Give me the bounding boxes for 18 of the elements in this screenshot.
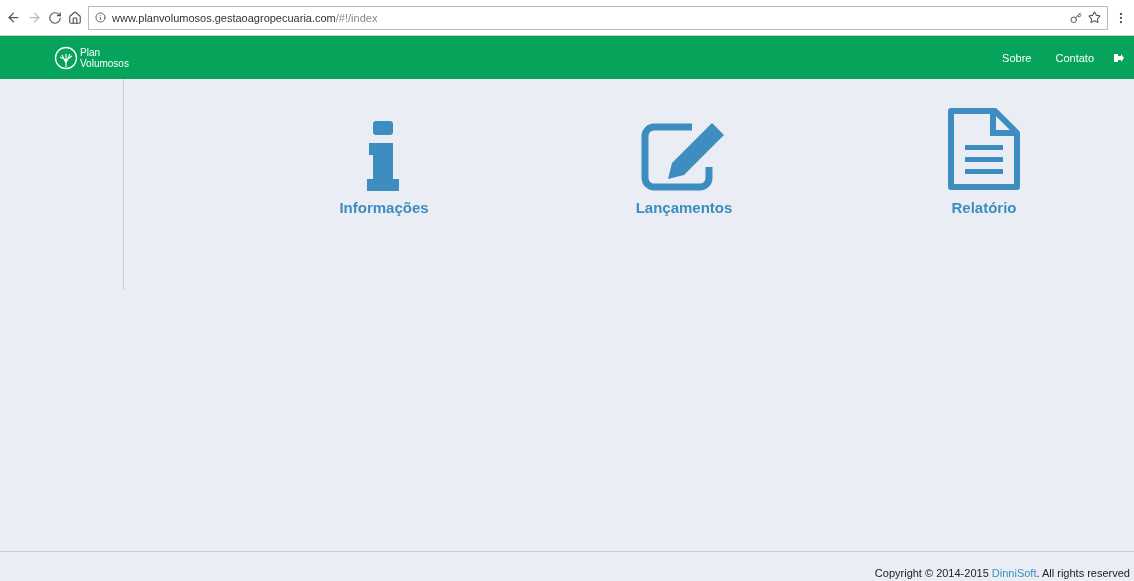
nav-link[interactable]: Sobre	[1002, 51, 1032, 64]
info-icon	[95, 12, 106, 23]
logout-icon[interactable]	[1114, 52, 1124, 63]
home-icon[interactable]	[68, 10, 82, 25]
url-text: www.planvolumosos.gestaoagropecuaria.com/#!/index	[112, 11, 378, 24]
menu-tile[interactable]: Informações	[234, 105, 534, 551]
menu-tile[interactable]: Lançamentos	[534, 105, 834, 551]
star-icon[interactable]	[1088, 11, 1101, 24]
address-bar[interactable]: www.planvolumosos.gestaoagropecuaria.com/#!/index	[88, 5, 1108, 30]
key-icon[interactable]	[1070, 11, 1082, 24]
copyright-text: Copyright © 2014-2015 DinniSoft. All rights reserved	[874, 567, 1130, 579]
menu-tile[interactable]: Relatório	[834, 105, 1134, 551]
back-icon[interactable]	[6, 10, 21, 25]
logo-text: Plan Volumosos	[80, 46, 129, 69]
leaf-logo-icon	[54, 45, 78, 70]
nav-link[interactable]: Contato	[1055, 51, 1094, 64]
document-icon	[947, 107, 1021, 191]
reload-icon[interactable]	[48, 10, 62, 25]
